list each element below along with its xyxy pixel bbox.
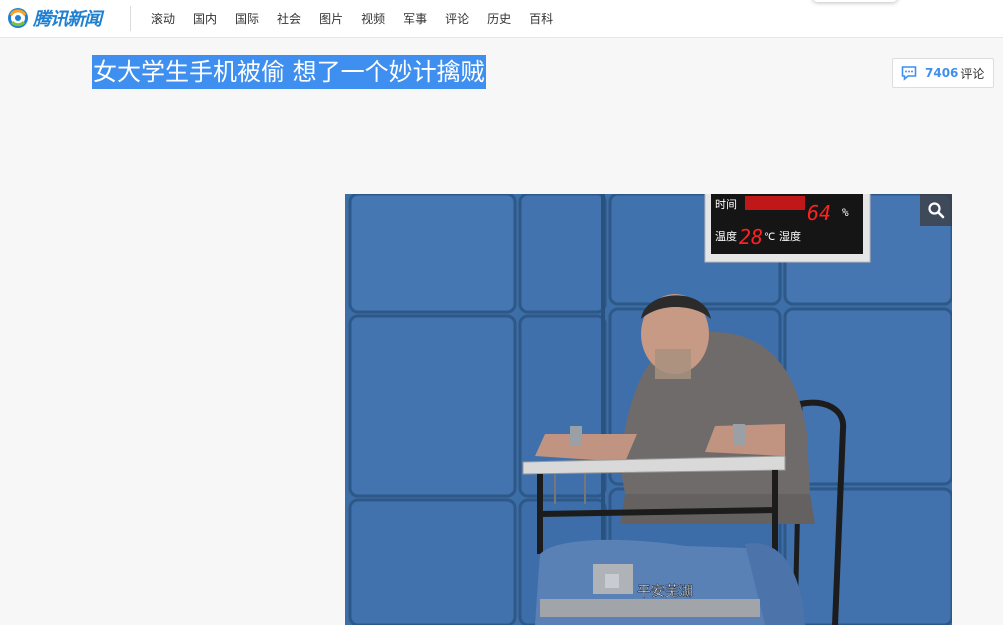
magnifier-icon — [928, 202, 945, 219]
channel-nav: 滚动 国内 国际 社会 图片 视频 军事 评论 历史 百科 — [151, 0, 571, 37]
logo[interactable]: 腾讯新闻 — [7, 5, 102, 31]
comment-button[interactable]: 7406 评论 — [892, 58, 994, 88]
article-title: 女大学生手机被偷 想了一个妙计擒贼 — [92, 55, 486, 89]
panel-time-label: 时间 — [715, 198, 737, 211]
nav-item-domestic[interactable]: 国内 — [193, 10, 217, 27]
nav-item-international[interactable]: 国际 — [235, 10, 259, 27]
top-handle[interactable] — [812, 0, 898, 2]
article-photo[interactable]: 时间 温度 28 ℃ 湿度 64 % 平安芜湖 — [345, 194, 952, 625]
panel-temp-unit: ℃ — [764, 232, 775, 243]
nav-item-pictures[interactable]: 图片 — [319, 10, 343, 27]
top-nav-bar: 腾讯新闻 滚动 国内 国际 社会 图片 视频 军事 评论 历史 百科 — [0, 0, 1003, 38]
nav-item-military[interactable]: 军事 — [403, 10, 427, 27]
tencent-news-logo-icon — [8, 8, 28, 28]
video-caption: 平安芜湖 — [637, 583, 693, 600]
comment-icon — [901, 66, 917, 81]
temperature-display: 时间 温度 28 ℃ 湿度 64 % — [704, 194, 871, 263]
comment-count: 7406 — [925, 66, 959, 80]
panel-temp-label: 温度 — [715, 229, 737, 243]
nav-item-history[interactable]: 历史 — [487, 10, 511, 27]
logo-text: 腾讯新闻 — [33, 9, 102, 30]
panel-temp-value: 28 — [739, 225, 763, 249]
panel-humidity-value: 64 — [807, 201, 831, 225]
nav-item-commentary[interactable]: 评论 — [445, 10, 469, 27]
interrogation-room-photo: 时间 温度 28 ℃ 湿度 64 % 平安芜湖 — [345, 194, 952, 625]
header-divider — [130, 6, 131, 31]
comment-label: 评论 — [960, 66, 985, 81]
zoom-button[interactable] — [920, 194, 952, 226]
nav-item-scroll[interactable]: 滚动 — [151, 10, 175, 27]
nav-item-encyclopedia[interactable]: 百科 — [529, 10, 553, 27]
panel-humidity-label: 湿度 — [779, 229, 801, 243]
panel-humidity-unit: % — [842, 206, 849, 219]
nav-item-video[interactable]: 视频 — [361, 10, 385, 27]
nav-item-society[interactable]: 社会 — [277, 10, 301, 27]
